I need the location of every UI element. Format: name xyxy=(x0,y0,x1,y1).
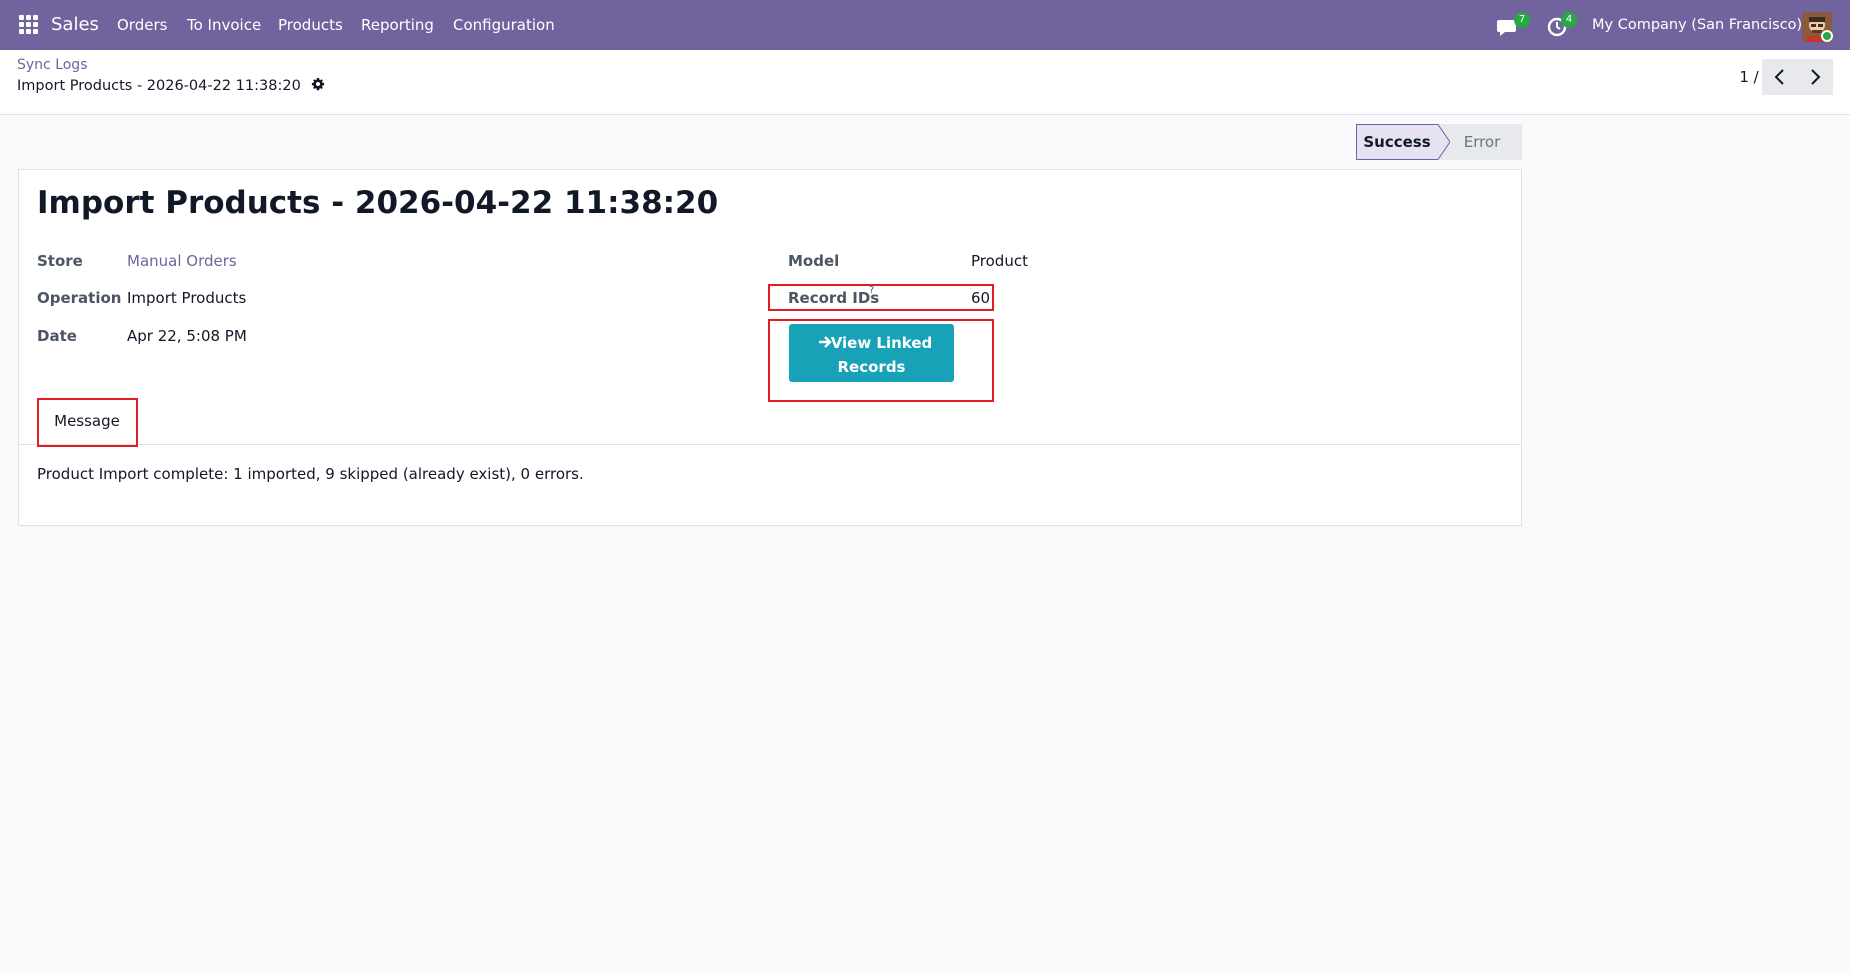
chevron-left-icon xyxy=(1774,69,1784,85)
store-label: Store xyxy=(37,252,83,270)
status-bar: Success Error xyxy=(1356,124,1522,160)
breadcrumb-sync-logs[interactable]: Sync Logs xyxy=(17,57,88,73)
online-status-dot xyxy=(1821,30,1833,42)
status-error[interactable]: Error xyxy=(1442,124,1522,160)
breadcrumb-current-record: Import Products - 2026-04-22 11:38:20 xyxy=(17,77,325,94)
status-success-label: Success xyxy=(1363,133,1431,151)
status-success[interactable]: Success xyxy=(1356,124,1450,160)
menu-configuration[interactable]: Configuration xyxy=(453,0,555,50)
model-value: Product xyxy=(971,252,1028,270)
date-value: Apr 22, 5:08 PM xyxy=(127,327,247,345)
message-text: Product Import complete: 1 imported, 9 s… xyxy=(37,465,584,483)
messages-count-badge: 7 xyxy=(1514,12,1530,28)
record-name-field[interactable]: Import Products - 2026-04-22 11:38:20 xyxy=(37,185,718,221)
store-link[interactable]: Manual Orders xyxy=(127,252,237,270)
view-linked-records-highlight-box xyxy=(768,319,994,402)
gear-icon[interactable] xyxy=(311,77,325,91)
menu-reporting[interactable]: Reporting xyxy=(361,0,434,50)
model-label: Model xyxy=(788,252,840,270)
date-label: Date xyxy=(37,327,77,345)
activities-count-badge: 4 xyxy=(1561,12,1577,28)
operation-label: Operation xyxy=(37,289,122,307)
apps-menu-icon[interactable] xyxy=(19,15,39,35)
form-sheet: Import Products - 2026-04-22 11:38:20 St… xyxy=(18,169,1522,526)
menu-products[interactable]: Products xyxy=(278,0,343,50)
pager-previous-button[interactable] xyxy=(1762,59,1798,95)
control-panel: Sync Logs Import Products - 2026-04-22 1… xyxy=(0,50,1850,115)
notebook-tab-divider xyxy=(19,444,1521,445)
top-navbar: Sales Orders To Invoice Products Reporti… xyxy=(0,0,1850,50)
operation-value: Import Products xyxy=(127,289,247,307)
menu-to-invoice[interactable]: To Invoice xyxy=(187,0,261,50)
pager-next-button[interactable] xyxy=(1797,59,1833,95)
message-tab-highlight-box xyxy=(37,398,138,447)
app-name[interactable]: Sales xyxy=(51,0,99,50)
record-ids-highlight-box xyxy=(768,284,994,311)
breadcrumb-record-title: Import Products - 2026-04-22 11:38:20 xyxy=(17,78,301,94)
chevron-right-icon xyxy=(1811,69,1821,85)
menu-orders[interactable]: Orders xyxy=(117,0,167,50)
company-switcher[interactable]: My Company (San Francisco) xyxy=(1592,0,1802,50)
